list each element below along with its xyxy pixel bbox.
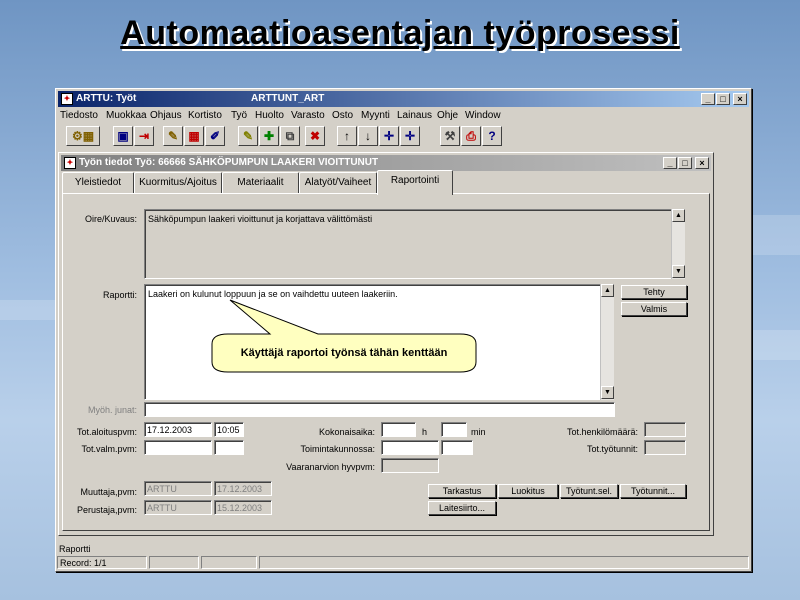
tab-raportointi[interactable]: Raportointi	[377, 170, 453, 195]
callout-text: Käyttäjä raportoi työnsä tähän kenttään	[240, 347, 448, 359]
callout-bubble	[211, 299, 477, 373]
